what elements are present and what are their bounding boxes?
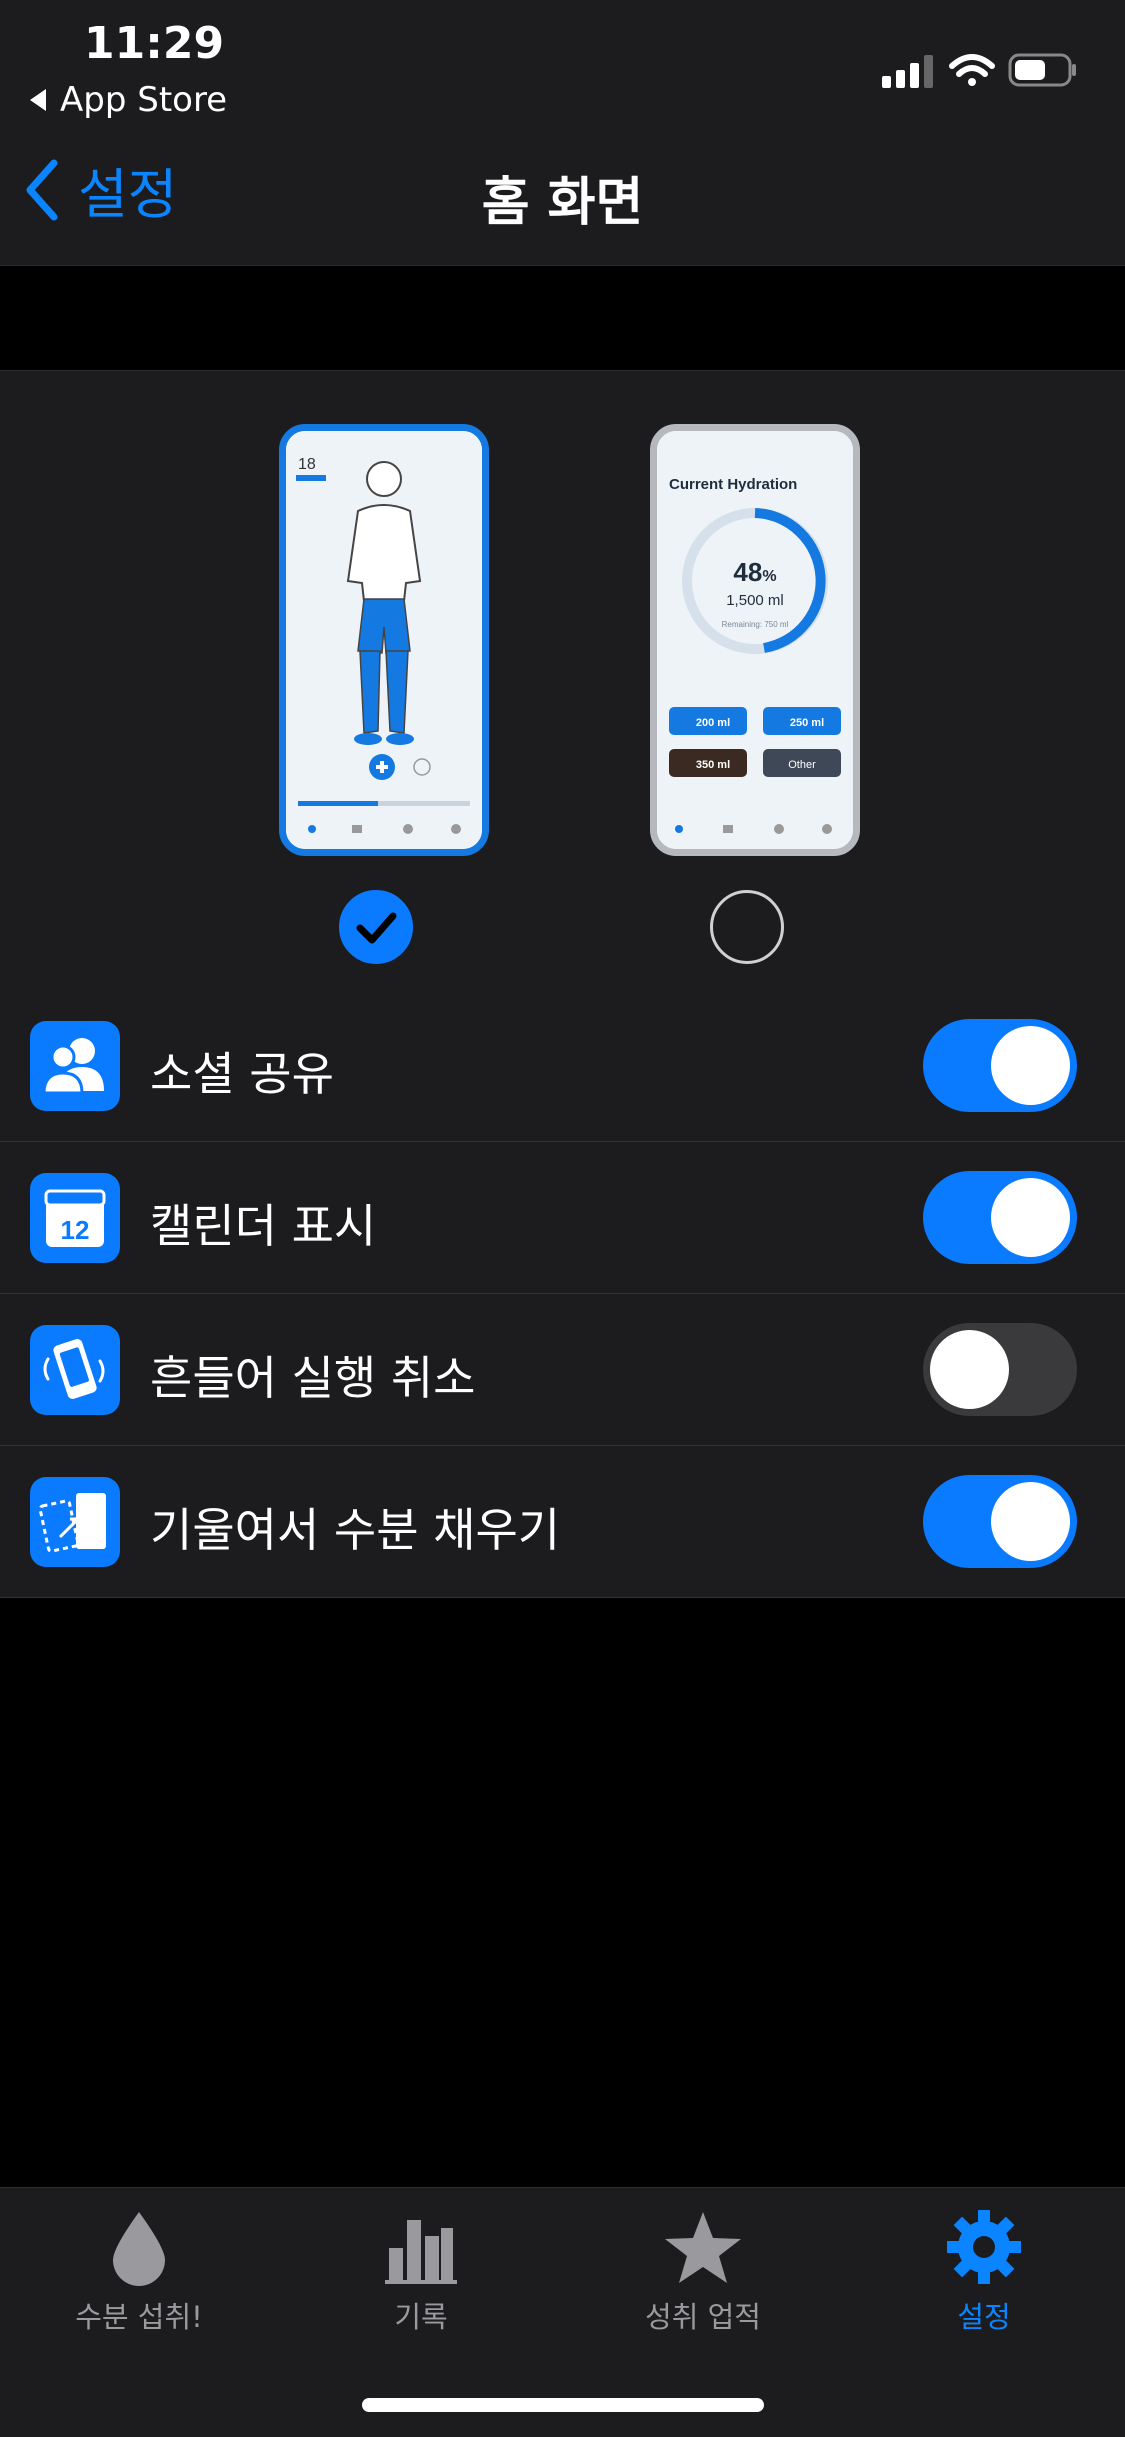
home-indicator[interactable] (362, 2398, 764, 2412)
tab-settings[interactable]: 설정 (874, 2208, 1094, 2336)
star-icon (665, 2212, 741, 2283)
toggle-knob (930, 1330, 1009, 1409)
toggle-calendar[interactable] (923, 1171, 1077, 1264)
preview-ring-title: Current Hydration (669, 476, 797, 493)
calendar-icon: 12 (30, 1173, 120, 1263)
settings-list: 소셜 공유 12 캘린더 표시 흔들어 실행 취소 기울여서 수분 채우기 (0, 990, 1125, 1598)
toggle-shake-undo[interactable] (923, 1323, 1077, 1416)
back-app-label: App Store (60, 80, 228, 120)
preview-percent: 48 (733, 557, 762, 587)
battery-icon (1008, 53, 1076, 87)
preview-volume: 1,500 ml (726, 592, 784, 609)
wifi-icon (949, 54, 995, 86)
toggle-knob (991, 1482, 1070, 1561)
tab-label-settings: 설정 (957, 2300, 1011, 2334)
setting-label-shake-undo: 흔들어 실행 취소 (150, 1351, 476, 1405)
tab-history[interactable]: 기록 (311, 2208, 531, 2336)
tab-achievements[interactable]: 성취 업적 (593, 2208, 813, 2336)
preview-date: 18 (298, 456, 316, 473)
back-to-app-link[interactable]: App Store (30, 80, 227, 120)
preview-body-style[interactable]: 18 (279, 424, 489, 856)
setting-row-tilt-fill: 기울여서 수분 채우기 (0, 1446, 1125, 1598)
toggle-tilt-fill[interactable] (923, 1475, 1077, 1568)
checkmark-icon (356, 912, 397, 944)
preview-btn-350: 350 ml (696, 759, 730, 771)
setting-row-social-share: 소셜 공유 (0, 990, 1125, 1142)
setting-label-calendar: 캘린더 표시 (150, 1199, 377, 1253)
back-triangle-icon (30, 89, 46, 111)
page-title: 홈 화면 (481, 173, 644, 233)
radio-body-style[interactable] (339, 890, 413, 964)
tab-label-achievements: 성취 업적 (645, 2300, 761, 2334)
preview-ring-style[interactable]: Current Hydration 48% 1,500 ml Remaining… (650, 424, 860, 856)
tab-label-history: 기록 (394, 2300, 448, 2334)
body-preview-image: 18 (286, 431, 482, 849)
radio-ring-style[interactable] (710, 890, 784, 964)
tab-drink[interactable]: 수분 섭취! (29, 2208, 249, 2336)
preview-btn-other: Other (788, 759, 816, 771)
setting-row-calendar: 12 캘린더 표시 (0, 1142, 1125, 1294)
preview-remaining: Remaining: 750 ml (722, 620, 789, 629)
ring-preview-image: Current Hydration 48% 1,500 ml Remaining… (657, 431, 853, 849)
status-time: 11:29 (84, 18, 225, 69)
home-screen-style-section (0, 370, 1125, 992)
status-icons (882, 53, 1076, 88)
preview-btn-250: 250 ml (790, 717, 824, 729)
gear-icon (947, 2210, 1021, 2284)
toggle-knob (991, 1026, 1070, 1105)
setting-label-tilt-fill: 기울여서 수분 채우기 (150, 1503, 561, 1557)
setting-row-shake-undo: 흔들어 실행 취소 (0, 1294, 1125, 1446)
signal-icon (882, 55, 933, 88)
preview-btn-200: 200 ml (696, 717, 730, 729)
calendar-icon-day: 12 (61, 1215, 90, 1245)
toggle-social-share[interactable] (923, 1019, 1077, 1112)
setting-label-social-share: 소셜 공유 (150, 1047, 334, 1101)
preview-percent-sign: % (762, 568, 776, 585)
toggle-knob (991, 1178, 1070, 1257)
bar-chart-icon (385, 2220, 457, 2284)
tab-label-drink: 수분 섭취! (75, 2300, 203, 2334)
shake-phone-icon (30, 1325, 120, 1415)
people-icon (30, 1021, 120, 1111)
tilt-fill-icon (30, 1477, 120, 1567)
drop-icon (113, 2212, 165, 2286)
